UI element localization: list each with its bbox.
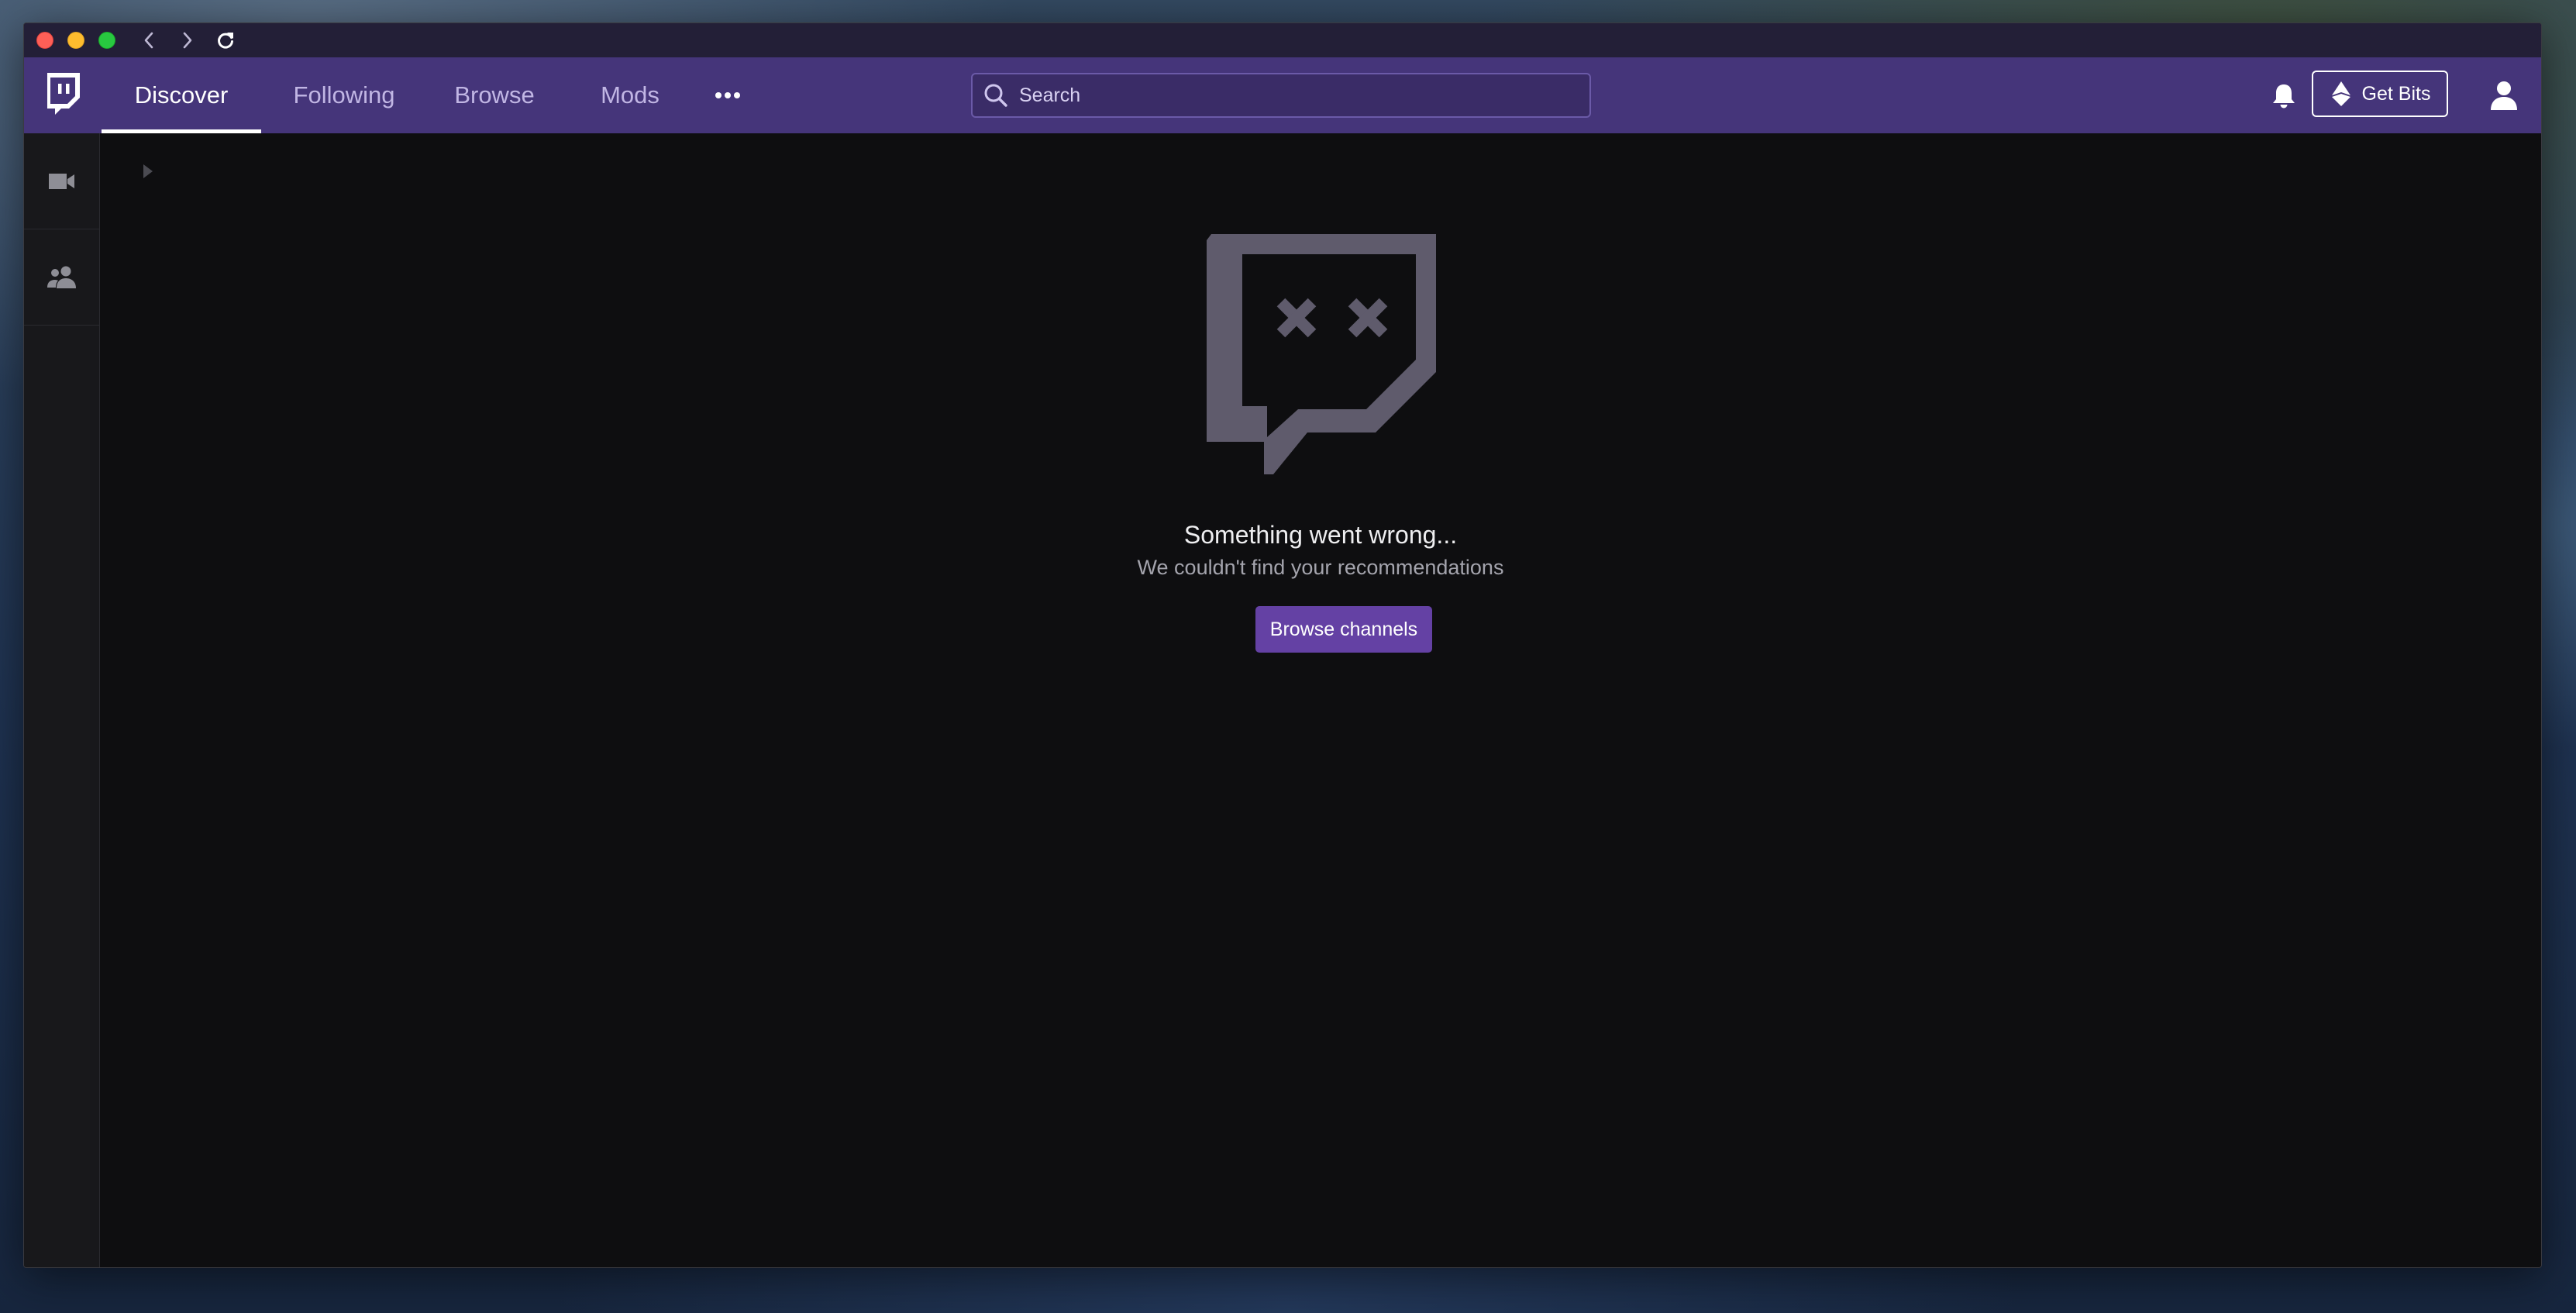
sidebar-item-videos[interactable] [24,133,99,229]
reload-icon [218,33,233,49]
sidebar [24,133,100,1267]
tab-label: Discover [134,81,229,109]
sidebar-item-friends[interactable] [24,229,99,326]
twitch-logo-icon[interactable] [43,71,83,116]
tab-browse[interactable]: Browse [427,57,562,133]
nav-tabs: Discover Following Browse Mods [102,57,757,133]
tab-mods[interactable]: Mods [562,57,698,133]
user-icon[interactable] [2488,79,2519,112]
tab-label: Browse [454,81,535,109]
chevron-right-icon [183,32,192,49]
forward-button[interactable] [176,29,199,51]
search-bar[interactable] [971,73,1591,118]
search-icon [984,84,1007,107]
close-window-button[interactable] [36,32,53,49]
search-input[interactable] [1018,83,1589,108]
error-subtitle: We couldn't find your recommendations [1137,556,1504,579]
back-button[interactable] [137,29,160,51]
main-content: Something went wrong... We couldn't find… [100,133,2541,1267]
get-bits-button[interactable]: Get Bits [2312,71,2448,117]
tab-discover[interactable]: Discover [102,57,261,133]
bits-icon [2331,81,2350,106]
broken-chat-glitch-icon [1207,234,1436,474]
users-icon [46,266,76,288]
tab-following[interactable]: Following [261,57,427,133]
more-icon [715,92,740,98]
browse-channels-button[interactable]: Browse channels [1255,606,1432,653]
expand-caret-icon[interactable] [142,163,154,180]
bell-icon[interactable] [2268,81,2299,112]
reload-button[interactable] [214,29,237,51]
maximize-window-button[interactable] [98,32,115,49]
video-camera-icon [48,173,74,189]
title-bar [24,23,2541,57]
more-menu-button[interactable] [698,57,757,133]
chevron-left-icon [144,32,153,49]
tab-label: Mods [601,81,659,109]
get-bits-label: Get Bits [2361,82,2431,105]
tab-label: Following [293,81,395,109]
error-title: Something went wrong... [1183,521,1458,549]
app-window: Discover Following Browse Mods Search Ge… [23,22,2542,1268]
top-navigation-bar: Discover Following Browse Mods Search Ge… [24,57,2541,133]
minimize-window-button[interactable] [67,32,84,49]
